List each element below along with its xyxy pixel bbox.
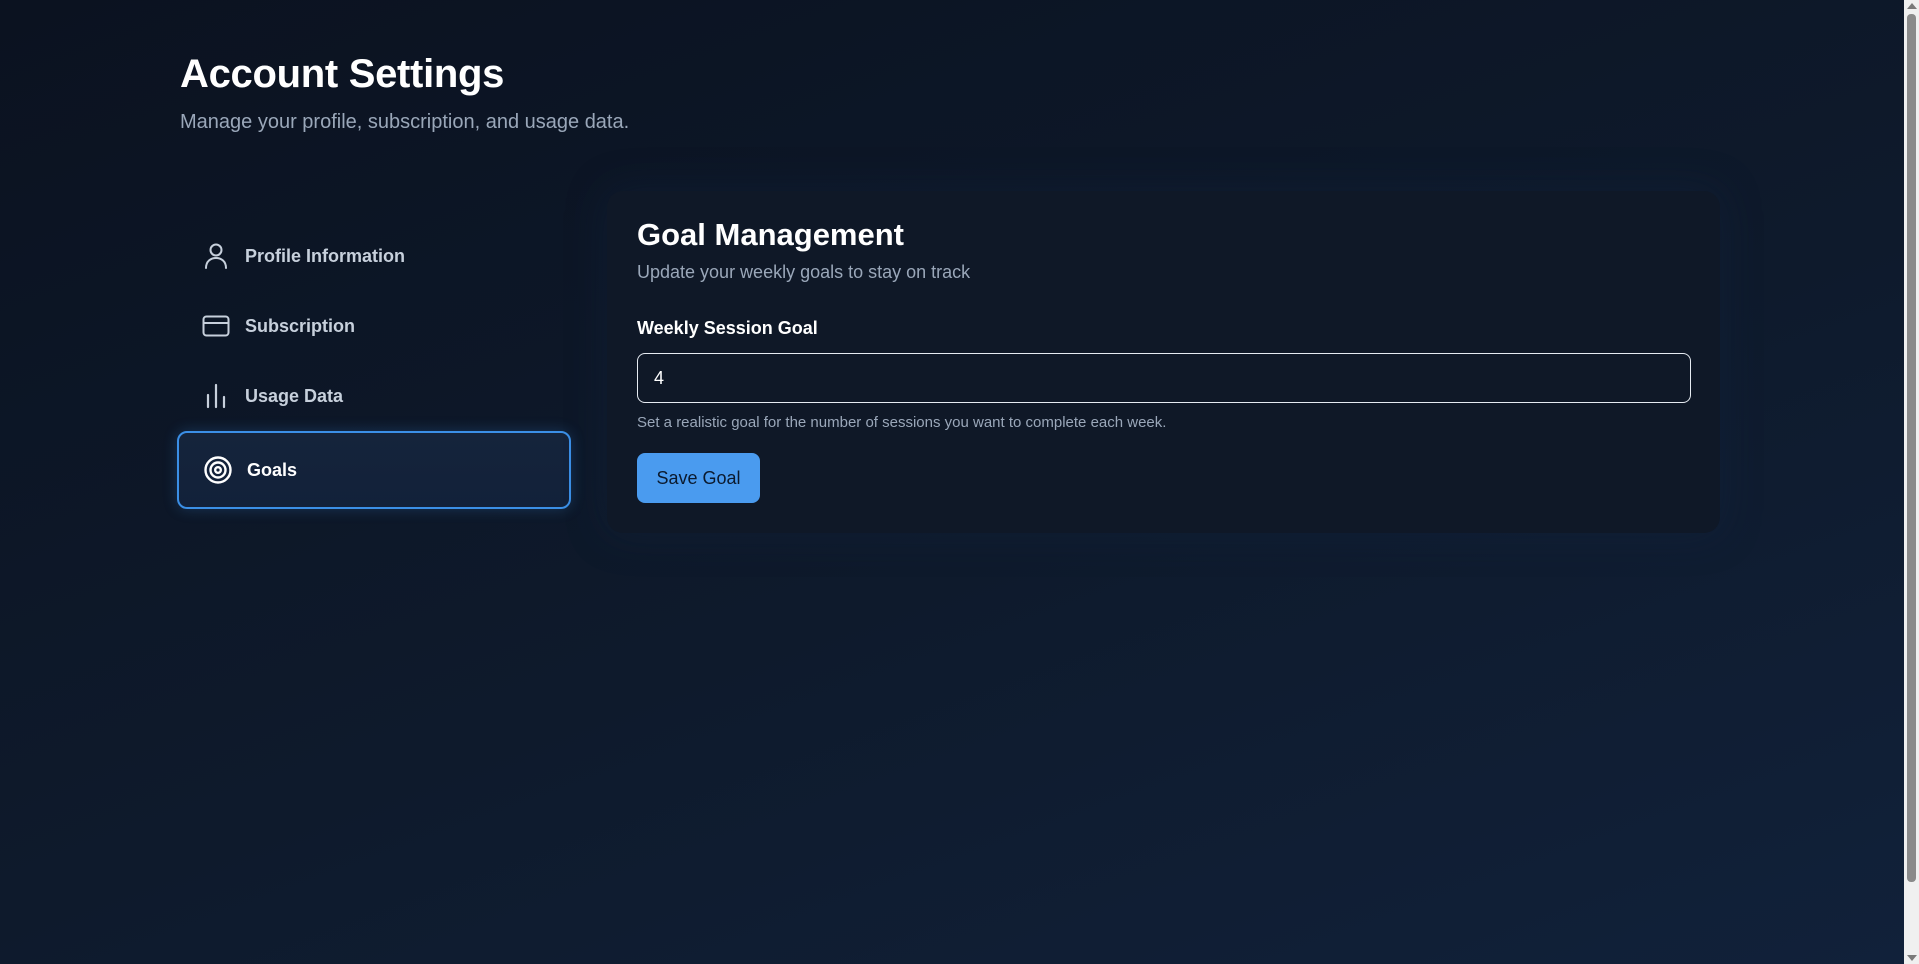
card-subtitle: Update your weekly goals to stay on trac… <box>637 262 971 282</box>
user-icon <box>201 241 231 271</box>
sidebar-item-label: Usage Data <box>245 385 344 406</box>
weekly-session-goal-input[interactable] <box>637 353 1691 403</box>
sidebar-item-usage-data[interactable]: Usage Data <box>177 361 571 431</box>
sidebar-item-goals[interactable]: Goals <box>177 431 571 509</box>
settings-sidebar: Profile Information Subscription Usage D… <box>177 221 571 509</box>
scroll-down-arrow-icon[interactable] <box>1907 955 1917 961</box>
sidebar-item-profile-information[interactable]: Profile Information <box>177 221 571 291</box>
sidebar-item-label: Profile Information <box>245 245 406 266</box>
bar-chart-icon <box>201 381 231 411</box>
target-icon <box>203 455 233 485</box>
page-title: Account Settings <box>180 52 505 96</box>
sidebar-item-label: Subscription <box>245 315 356 336</box>
page-subtitle: Manage your profile, subscription, and u… <box>180 111 630 133</box>
card-title: Goal Management <box>637 217 904 252</box>
scroll-thumb[interactable] <box>1907 14 1916 882</box>
sidebar-item-subscription[interactable]: Subscription <box>177 291 571 361</box>
weekly-session-goal-help: Set a realistic goal for the number of s… <box>637 414 1167 431</box>
credit-card-icon <box>201 311 231 341</box>
sidebar-item-label: Goals <box>247 459 298 480</box>
weekly-session-goal-label: Weekly Session Goal <box>637 318 818 338</box>
scroll-up-arrow-icon[interactable] <box>1907 3 1917 9</box>
goal-management-card: Goal Management Update your weekly goals… <box>607 191 1720 533</box>
save-goal-button[interactable]: Save Goal <box>637 453 760 503</box>
settings-page: Account Settings Manage your profile, su… <box>177 0 1720 964</box>
vertical-scrollbar[interactable] <box>1904 0 1919 964</box>
